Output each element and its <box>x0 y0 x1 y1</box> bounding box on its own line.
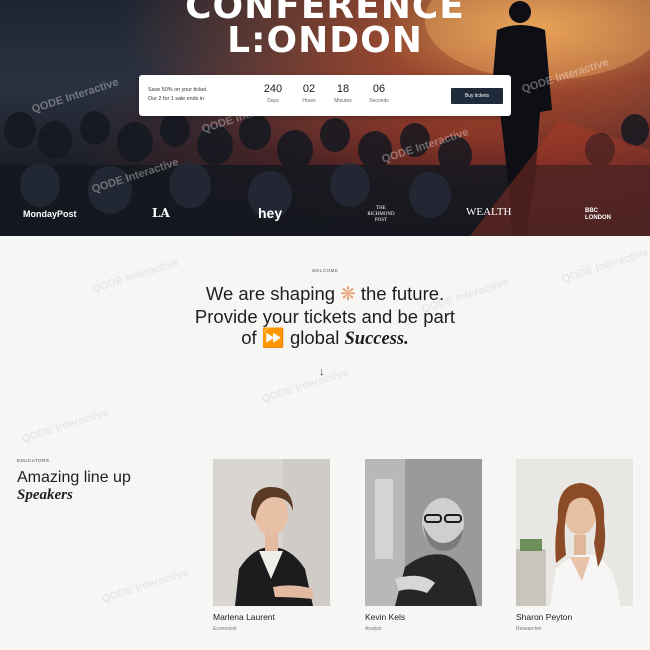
page: QODE Interactive QODE Interactive QODE I… <box>0 0 650 650</box>
countdown-label: Days <box>267 98 279 104</box>
arrow-down-icon[interactable]: ↓ <box>319 366 325 378</box>
promo-line1: Save 50% on your ticket. <box>148 87 208 93</box>
speaker-name[interactable]: Sharon Peyton <box>516 612 572 622</box>
partner-logo[interactable]: MondayPost <box>23 209 77 219</box>
partner-logo[interactable]: LA <box>152 206 170 220</box>
speaker-name[interactable]: Kevin Kels <box>365 612 405 622</box>
headline-line1: We are shaping ❋ the future. <box>0 283 650 305</box>
watermark: QODE Interactive <box>100 566 191 606</box>
partner-logo[interactable]: BBC LONDON <box>585 208 615 222</box>
countdown-seconds: 06 Seconds <box>359 83 399 104</box>
headline-text: We are shaping <box>205 283 336 304</box>
countdown-label: Minutes <box>334 98 352 104</box>
watermark: QODE Interactive <box>20 406 111 446</box>
speakers-title-line2: Speakers <box>17 487 73 503</box>
speaker-card[interactable]: Sharon Peyton Researcher <box>516 459 633 632</box>
headline-text: of <box>241 327 257 348</box>
promo-line2: Our 2 for 1 sale ends in <box>148 96 205 102</box>
speaker-card[interactable]: Kevin Kels Analyst <box>365 459 482 632</box>
countdown-value: 240 <box>263 83 283 95</box>
countdown-value: 06 <box>372 83 386 95</box>
speaker-photo <box>213 459 330 606</box>
hero-section: QODE Interactive QODE Interactive QODE I… <box>0 0 650 236</box>
speaker-card[interactable]: Marlena Laurent Economist <box>213 459 330 632</box>
headline-line2: Provide your tickets and be part <box>194 306 456 327</box>
promo-text: Save 50% on your ticket. Our 2 for 1 sal… <box>148 86 248 104</box>
buy-tickets-button[interactable]: Buy tickets <box>451 88 503 104</box>
educators-label: EDUCATORS <box>17 458 50 463</box>
speaker-role: Economist <box>213 626 237 632</box>
welcome-label: WELCOME <box>311 268 339 273</box>
snowflake-icon: ❋ <box>340 283 356 304</box>
countdown-label: Seconds <box>369 98 389 104</box>
headline-line3: of ⏩ global Success. <box>0 327 650 350</box>
partner-logo[interactable]: WEALTH <box>466 206 511 218</box>
fast-forward-icon: ⏩ <box>261 327 285 348</box>
headline-text: global <box>289 327 340 348</box>
speaker-photo <box>365 459 482 606</box>
speaker-role: Researcher <box>516 626 542 632</box>
partner-logos: MondayPost LA hey THE RICHMOND POST WEAL… <box>0 200 650 230</box>
partner-logo[interactable]: THE RICHMOND POST <box>364 206 398 224</box>
watermark: QODE Interactive <box>560 246 650 286</box>
countdown-minutes: 18 Minutes <box>323 83 363 104</box>
speaker-photo <box>516 459 633 606</box>
partner-logo[interactable]: hey <box>258 205 282 221</box>
headline-text: the future. <box>360 283 445 304</box>
speakers-title-line1: Amazing line up <box>17 469 131 486</box>
speaker-name[interactable]: Marlena Laurent <box>213 612 275 622</box>
headline-accent: Success. <box>344 329 409 349</box>
countdown-days: 240 Days <box>253 83 293 104</box>
speaker-role: Analyst <box>365 626 382 632</box>
watermark: QODE Interactive <box>260 366 351 406</box>
hero-title-line2: L:ONDON <box>227 20 423 61</box>
countdown-value: 18 <box>336 83 350 95</box>
